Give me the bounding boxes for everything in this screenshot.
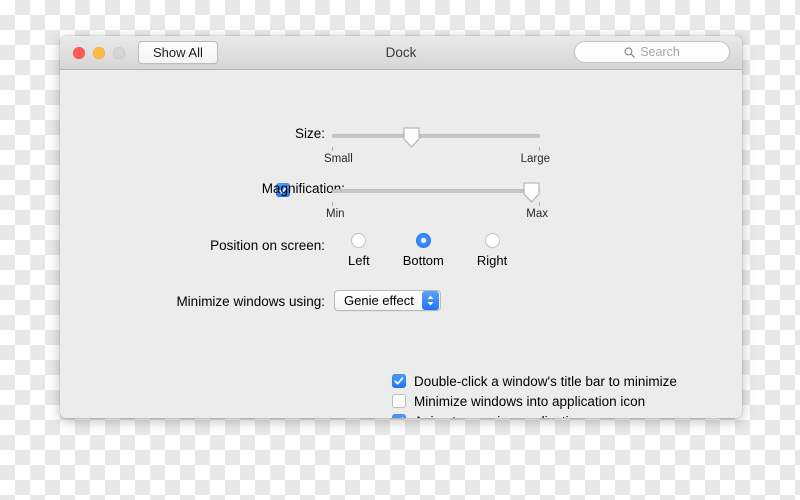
- dock-size-slider[interactable]: Small Large: [324, 125, 550, 165]
- search-placeholder: Search: [640, 45, 680, 59]
- radio-option-left[interactable]: Left: [348, 233, 370, 268]
- magnification-slider-max-label: Max: [526, 208, 548, 220]
- radio-button-bottom[interactable]: [415, 233, 431, 248]
- size-label: Size:: [294, 126, 325, 141]
- minimize-button[interactable]: [93, 47, 105, 59]
- search-icon: [624, 46, 636, 58]
- option-row-double-click-minimize[interactable]: Double-click a window's title bar to min…: [392, 371, 677, 391]
- magnification-slider-tick-min: [332, 202, 333, 206]
- help-question-icon[interactable]: ?: [704, 417, 723, 418]
- radio-option-right[interactable]: Right: [477, 233, 507, 268]
- position-radio-group: Left Bottom Right: [348, 233, 507, 268]
- option-label-minimize-into-icon: Minimize windows into application icon: [414, 393, 646, 409]
- dock-options-list: Double-click a window's title bar to min…: [392, 371, 677, 418]
- window-titlebar: Show All Dock Search: [60, 36, 742, 70]
- radio-label-bottom: Bottom: [402, 253, 444, 268]
- zoom-button[interactable]: [113, 47, 125, 59]
- size-slider-thumb[interactable]: [403, 127, 420, 148]
- magnification-slider[interactable]: Min Max: [326, 180, 548, 220]
- radio-button-right[interactable]: [484, 233, 500, 248]
- magnification-slider-track[interactable]: [332, 189, 540, 193]
- size-slider-min-label: Small: [324, 153, 353, 165]
- magnification-label: Magnification:: [261, 181, 345, 196]
- size-slider-track[interactable]: [332, 134, 540, 138]
- minimize-effect-popup-button[interactable]: Genie effect: [334, 290, 441, 311]
- search-input[interactable]: Search: [574, 41, 730, 63]
- checkbox-double-click-minimize[interactable]: [392, 374, 406, 388]
- minimize-effect-value: Genie effect: [344, 293, 414, 308]
- checkbox-animate-opening[interactable]: [392, 414, 406, 418]
- option-label-double-click-minimize: Double-click a window's title bar to min…: [414, 373, 677, 389]
- magnification-slider-thumb[interactable]: [523, 182, 540, 203]
- chevron-up-down-icon: [421, 291, 439, 310]
- magnification-slider-min-label: Min: [326, 208, 345, 220]
- radio-button-left[interactable]: [351, 233, 367, 248]
- option-row-animate-opening[interactable]: Animate opening applications: [392, 411, 677, 418]
- dock-preferences-window: Show All Dock Search Size: Small Large M…: [60, 36, 742, 418]
- close-button[interactable]: [73, 47, 85, 59]
- position-on-screen-label: Position on screen:: [210, 238, 325, 253]
- radio-label-left: Left: [348, 253, 370, 268]
- minimize-windows-label: Minimize windows using:: [176, 294, 325, 309]
- radio-option-bottom[interactable]: Bottom: [403, 233, 444, 268]
- checkbox-minimize-into-icon[interactable]: [392, 394, 406, 408]
- option-label-animate-opening: Animate opening applications: [414, 414, 590, 419]
- size-slider-max-label: Large: [520, 153, 550, 165]
- show-all-button[interactable]: Show All: [138, 41, 218, 64]
- size-slider-tick-min: [332, 147, 333, 151]
- show-all-label: Show All: [153, 45, 203, 60]
- option-row-minimize-into-icon[interactable]: Minimize windows into application icon: [392, 391, 677, 411]
- radio-label-right: Right: [476, 253, 508, 268]
- preferences-content: Size: Small Large Magnification: Min Max…: [60, 70, 742, 418]
- size-slider-tick-max: [539, 147, 540, 151]
